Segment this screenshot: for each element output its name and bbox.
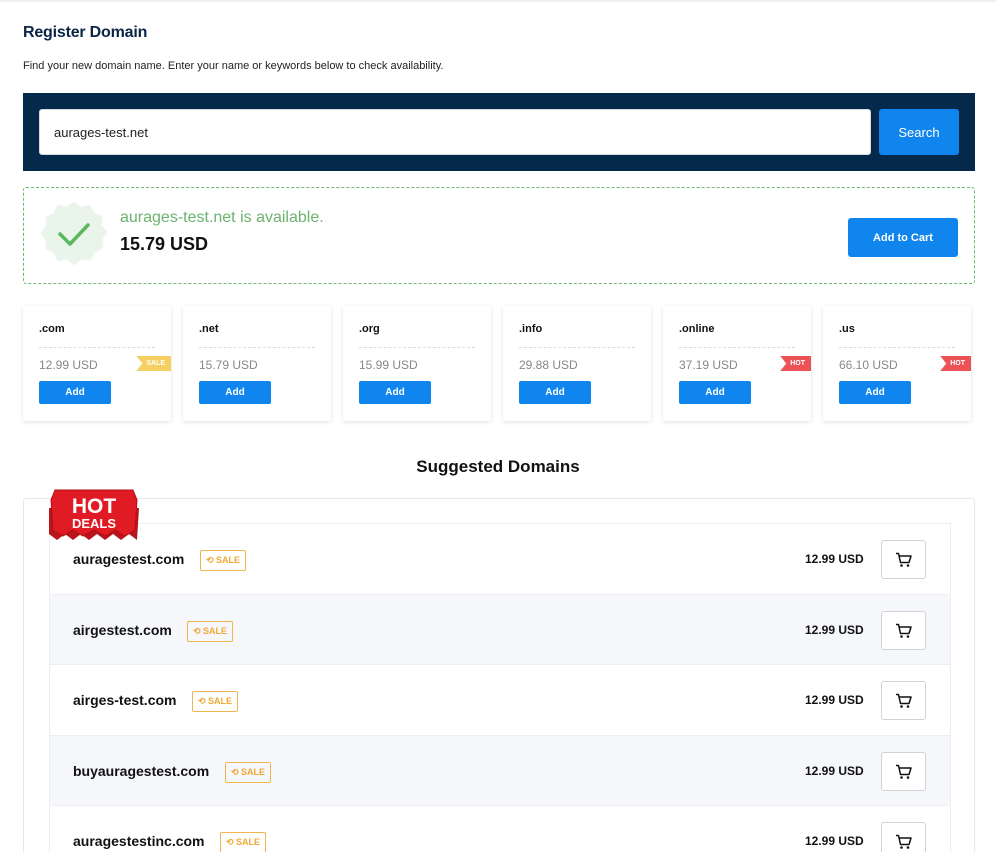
tld-card: .us 66.10 USD HOT Add [823, 306, 971, 421]
add-to-cart-icon-button[interactable] [881, 681, 926, 720]
tld-price: 15.79 USD [199, 358, 258, 372]
divider [199, 347, 315, 348]
availability-message: aurages-test.net is available. [120, 209, 324, 226]
tag-icon: ⟲ [206, 555, 217, 565]
suggestion-domain-name: airges-test.com [73, 692, 177, 708]
page-subtitle: Find your new domain name. Enter your na… [23, 60, 444, 72]
domain-search-bar: Search [23, 93, 975, 171]
sale-tag-label: SALE [241, 767, 266, 777]
tld-name: .com [39, 323, 65, 335]
tld-name: .us [839, 323, 855, 335]
tld-card: .online 37.19 USD HOT Add [663, 306, 811, 421]
tld-card: .org 15.99 USD Add [343, 306, 491, 421]
page-title: Register Domain [23, 24, 148, 41]
add-to-cart-icon-button[interactable] [881, 540, 926, 579]
add-to-cart-icon-button[interactable] [881, 611, 926, 650]
add-tld-button[interactable]: Add [679, 381, 751, 404]
suggestion-price: 12.99 USD [805, 834, 864, 848]
tld-price: 37.19 USD [679, 358, 738, 372]
tld-price: 15.99 USD [359, 358, 418, 372]
cart-icon [895, 834, 912, 849]
suggestion-row: auragestest.com ⟲ SALE 12.99 USD [49, 523, 951, 594]
divider [519, 347, 635, 348]
suggestion-price: 12.99 USD [805, 693, 864, 707]
tld-name: .info [519, 323, 543, 335]
suggestion-row: auragestestinc.com ⟲ SALE 12.99 USD [49, 805, 951, 852]
hot-ribbon: HOT [940, 356, 971, 371]
tld-name: .online [679, 323, 715, 335]
add-tld-button[interactable]: Add [519, 381, 591, 404]
cart-icon [895, 552, 912, 567]
suggestion-domain-name: airgestest.com [73, 622, 172, 638]
tag-icon: ⟲ [226, 837, 237, 847]
suggestion-price: 12.99 USD [805, 764, 864, 778]
hot-ribbon: HOT [780, 356, 811, 371]
availability-price: 15.79 USD [120, 234, 209, 254]
tld-price: 12.99 USD [39, 358, 98, 372]
add-to-cart-button[interactable]: Add to Cart [848, 218, 958, 257]
sale-tag: ⟲ SALE [220, 832, 267, 852]
sale-tag-label: SALE [216, 555, 241, 565]
add-tld-button[interactable]: Add [359, 381, 431, 404]
add-tld-button[interactable]: Add [39, 381, 111, 404]
add-tld-button[interactable]: Add [199, 381, 271, 404]
tag-icon: ⟲ [193, 626, 204, 636]
add-tld-button[interactable]: Add [839, 381, 911, 404]
sale-tag-label: SALE [203, 626, 228, 636]
suggested-domains-heading: Suggested Domains [416, 457, 580, 476]
suggestion-row: airgestest.com ⟲ SALE 12.99 USD [49, 594, 951, 665]
hot-deals-line1: HOT [72, 495, 117, 518]
tld-card: .net 15.79 USD Add [183, 306, 331, 421]
domain-search-input[interactable] [39, 109, 871, 155]
suggested-domains-panel: auragestest.com ⟲ SALE 12.99 USD airgest… [23, 498, 975, 852]
suggestion-domain-name: auragestest.com [73, 551, 185, 567]
sale-tag: ⟲ SALE [187, 621, 234, 642]
suggestion-price: 12.99 USD [805, 623, 864, 637]
cart-icon [895, 764, 912, 779]
suggestion-row: buyauragestest.com ⟲ SALE 12.99 USD [49, 735, 951, 806]
hot-deals-badge: HOT DEALS [49, 489, 139, 540]
sale-tag: ⟲ SALE [225, 762, 272, 783]
divider [39, 347, 155, 348]
cart-icon [895, 623, 912, 638]
top-border [0, 0, 996, 2]
sale-ribbon: SALE [136, 356, 171, 371]
tag-icon: ⟲ [198, 696, 209, 706]
sale-tag-label: SALE [208, 696, 233, 706]
tag-icon: ⟲ [231, 767, 242, 777]
divider [679, 347, 795, 348]
suggestion-domain-name: buyauragestest.com [73, 763, 210, 779]
suggestion-row: airges-test.com ⟲ SALE 12.99 USD [49, 664, 951, 735]
suggestion-price: 12.99 USD [805, 552, 864, 566]
tld-price: 29.88 USD [519, 358, 578, 372]
availability-result: aurages-test.net is available. 15.79 USD… [23, 187, 975, 284]
divider [839, 347, 955, 348]
add-to-cart-icon-button[interactable] [881, 752, 926, 791]
add-to-cart-icon-button[interactable] [881, 822, 926, 852]
tld-card: .com 12.99 USD SALE Add [23, 306, 171, 421]
tld-name: .net [199, 323, 219, 335]
tld-price: 66.10 USD [839, 358, 898, 372]
suggestion-domain-name: auragestestinc.com [73, 833, 205, 849]
divider [359, 347, 475, 348]
tld-card: .info 29.88 USD Add [503, 306, 651, 421]
tld-name: .org [359, 323, 380, 335]
search-button[interactable]: Search [879, 109, 959, 155]
cart-icon [895, 693, 912, 708]
sale-tag: ⟲ SALE [200, 550, 247, 571]
hot-deals-line2: DEALS [72, 516, 116, 531]
checkmark-badge-icon [40, 201, 108, 266]
sale-tag-label: SALE [236, 837, 261, 847]
sale-tag: ⟲ SALE [192, 691, 239, 712]
